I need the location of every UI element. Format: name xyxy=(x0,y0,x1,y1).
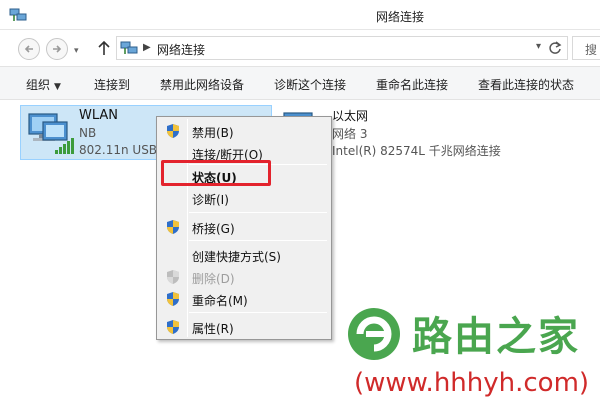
disable-device-button[interactable]: 禁用此网络设备 xyxy=(160,76,244,93)
title-bar: 网络连接 xyxy=(0,0,600,30)
address-bar[interactable]: ▶ 网络连接 ▾ xyxy=(116,36,568,60)
adapter-name: WLAN xyxy=(79,108,119,123)
navigation-bar: ▾ ▶ 网络连接 ▾ 搜 xyxy=(0,30,600,66)
view-status-button[interactable]: 查看此连接的状态 xyxy=(478,76,574,93)
menu-item-delete: 删除(D) xyxy=(159,266,329,288)
back-button[interactable] xyxy=(18,38,40,60)
adapter-name: 以太网 xyxy=(332,109,369,123)
menu-label: 创建快捷方式(S) xyxy=(192,250,281,264)
watermark-url: (www.hhhyh.com) xyxy=(354,368,590,398)
menu-separator xyxy=(189,312,327,313)
back-arrow-icon xyxy=(24,45,33,53)
menu-item-diagnose[interactable]: 诊断(I) xyxy=(159,187,329,209)
status-highlight-box xyxy=(161,160,271,186)
uac-shield-icon xyxy=(167,320,179,334)
wireless-adapter-icon xyxy=(28,113,74,154)
organize-label: 组织 xyxy=(26,78,51,92)
uac-shield-icon xyxy=(167,124,179,138)
adapter-network: 网络 3 xyxy=(332,127,368,141)
menu-item-bridge[interactable]: 桥接(G) xyxy=(159,216,329,238)
search-input[interactable]: 搜 xyxy=(572,36,600,60)
address-dropdown-icon[interactable]: ▾ xyxy=(536,41,541,52)
organize-menu[interactable]: 组织 ▼ xyxy=(26,76,61,93)
network-folder-icon xyxy=(120,41,138,54)
menu-item-rename[interactable]: 重命名(M) xyxy=(159,288,329,310)
connect-to-button[interactable]: 连接到 xyxy=(94,76,130,93)
chevron-down-icon: ▼ xyxy=(54,82,61,92)
refresh-icon[interactable] xyxy=(547,40,563,56)
adapter-network: NB xyxy=(79,126,97,140)
menu-label: 删除(D) xyxy=(192,272,235,286)
breadcrumb-chevron-icon[interactable]: ▶ xyxy=(143,42,151,53)
watermark-brand: 路由之家 xyxy=(412,314,580,360)
uac-shield-icon xyxy=(167,220,179,234)
recent-locations-dropdown[interactable]: ▾ xyxy=(74,46,79,56)
menu-label: 桥接(G) xyxy=(192,222,235,236)
forward-button[interactable] xyxy=(46,38,68,60)
menu-label: 属性(R) xyxy=(192,322,234,336)
forward-arrow-icon xyxy=(53,45,62,53)
menu-item-disable[interactable]: 禁用(B) xyxy=(159,120,329,142)
menu-item-properties[interactable]: 属性(R) xyxy=(159,316,329,338)
adapter-device: Intel(R) 82574L 千兆网络连接 xyxy=(332,144,501,158)
uac-shield-disabled-icon xyxy=(167,270,179,284)
menu-label: 禁用(B) xyxy=(192,126,234,140)
menu-separator xyxy=(189,240,327,241)
menu-label: 重命名(M) xyxy=(192,294,248,308)
context-menu: 禁用(B) 连接/断开(O) 状态(U) 诊断(I) 桥接(G) 创建快捷方式(… xyxy=(156,116,332,340)
menu-separator xyxy=(189,212,327,213)
menu-item-create-shortcut[interactable]: 创建快捷方式(S) xyxy=(159,244,329,266)
menu-label: 诊断(I) xyxy=(192,193,229,207)
uac-shield-icon xyxy=(167,292,179,306)
adapter-device: 802.11n USB xyxy=(79,143,158,157)
search-placeholder: 搜 xyxy=(585,43,598,57)
rename-button[interactable]: 重命名此连接 xyxy=(376,76,448,93)
breadcrumb-current[interactable]: 网络连接 xyxy=(157,41,205,58)
diagnose-button[interactable]: 诊断这个连接 xyxy=(274,76,346,93)
command-bar: 组织 ▼ 连接到 禁用此网络设备 诊断这个连接 重命名此连接 查看此连接的状态 xyxy=(0,66,600,100)
window-title: 网络连接 xyxy=(375,10,424,24)
brand-logo-icon xyxy=(348,308,400,360)
up-arrow-icon[interactable] xyxy=(96,38,112,58)
